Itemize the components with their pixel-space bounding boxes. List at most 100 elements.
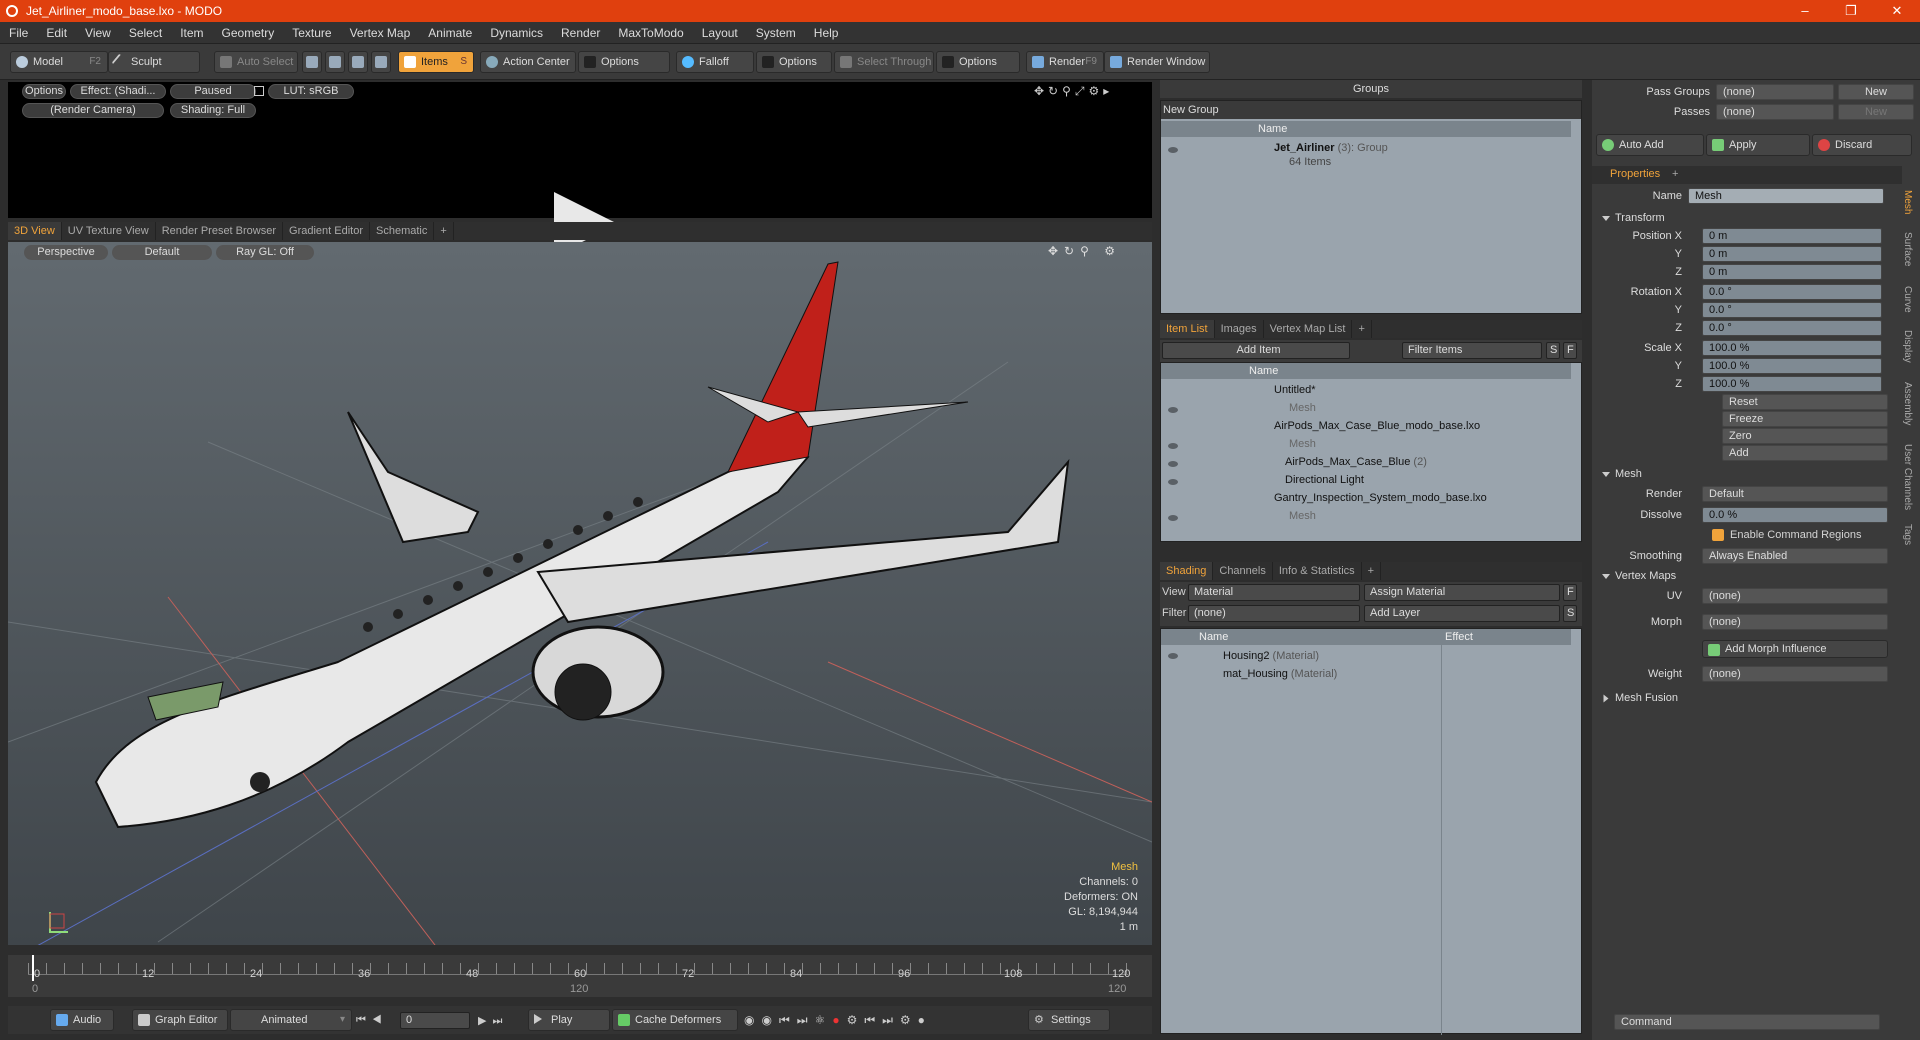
side-tab-curve[interactable]: Curve <box>1902 286 1913 313</box>
side-tab-user-channels[interactable]: User Channels <box>1902 444 1913 510</box>
timeline[interactable]: 0 12 24 36 48 60 72 84 96 108 120 0 120 … <box>8 955 1152 997</box>
action-center-button[interactable]: Action Center <box>480 51 576 73</box>
menu-maxtomodo[interactable]: MaxToModo <box>609 26 692 40</box>
zero-dropdown[interactable]: Zero <box>1722 428 1888 444</box>
tab-images[interactable]: Images <box>1215 320 1264 338</box>
falloff-button[interactable]: Falloff <box>676 51 754 73</box>
view-dropdown[interactable]: Material <box>1188 584 1360 601</box>
reset-dropdown[interactable]: Reset <box>1722 394 1888 410</box>
preview-nav-icons[interactable]: ✥↻⚲⤢⚙▸ <box>1034 84 1113 99</box>
eye-icon[interactable] <box>1168 515 1178 521</box>
maximize-button[interactable]: ❐ <box>1828 0 1874 22</box>
tab-uv-texture-view[interactable]: UV Texture View <box>62 222 156 240</box>
position-y-field[interactable]: 0 m <box>1702 246 1882 262</box>
menu-file[interactable]: File <box>0 26 37 40</box>
scale-x-field[interactable]: 100.0 % <box>1702 340 1882 356</box>
add-dropdown[interactable]: Add <box>1722 445 1888 461</box>
rotation-z-field[interactable]: 0.0 ° <box>1702 320 1882 336</box>
preview-options-button[interactable]: Options <box>22 84 66 99</box>
shader-effect-column[interactable]: Effect <box>1441 629 1571 645</box>
scale-y-field[interactable]: 100.0 % <box>1702 358 1882 374</box>
side-tab-display[interactable]: Display <box>1902 330 1913 363</box>
name-field[interactable]: Mesh <box>1688 188 1884 204</box>
items-mode-button[interactable]: Items S <box>398 51 474 73</box>
menu-animate[interactable]: Animate <box>419 26 481 40</box>
shader-row-housing2[interactable]: Housing2 (Material) <box>1223 647 1319 665</box>
material-mode-button[interactable] <box>371 51 391 73</box>
filter-dropdown[interactable]: (none) <box>1188 605 1360 622</box>
item-row-directional-light[interactable]: Directional Light <box>1285 471 1364 489</box>
apply-button[interactable]: Apply <box>1706 134 1810 156</box>
item-row-gantry-scene[interactable]: Gantry_Inspection_System_modo_base.lxo <box>1274 489 1487 507</box>
frame-field[interactable]: 0 <box>400 1012 470 1029</box>
menu-item[interactable]: Item <box>171 26 212 40</box>
polygon-mode-button[interactable] <box>348 51 368 73</box>
menu-dynamics[interactable]: Dynamics <box>481 26 552 40</box>
new-pass-group-button[interactable]: New <box>1838 84 1914 100</box>
shader-row-mat-housing[interactable]: mat_Housing (Material) <box>1223 665 1337 683</box>
render-window-button[interactable]: Render Window <box>1104 51 1210 73</box>
position-z-field[interactable]: 0 m <box>1702 264 1882 280</box>
play-button[interactable]: Play <box>528 1009 610 1031</box>
uv-dropdown[interactable]: (none) <box>1702 588 1888 604</box>
eye-icon[interactable] <box>1168 461 1178 467</box>
add-layer-dropdown[interactable]: Add Layer <box>1364 605 1560 622</box>
eye-icon[interactable] <box>1168 479 1178 485</box>
add-tab-button[interactable]: + <box>434 222 454 240</box>
checkbox-checked-icon[interactable] <box>1712 529 1724 541</box>
render-dropdown[interactable]: Default <box>1702 486 1888 502</box>
item-row-untitled[interactable]: Untitled* <box>1274 381 1316 399</box>
close-button[interactable]: ✕ <box>1874 0 1920 22</box>
effect-dropdown[interactable]: Effect: (Shadi... <box>70 84 166 99</box>
item-name-column[interactable]: Name <box>1161 363 1571 379</box>
item-row-mesh[interactable]: Mesh <box>1289 507 1316 525</box>
render-button[interactable]: Render F9 <box>1026 51 1104 73</box>
weight-dropdown[interactable]: (none) <box>1702 666 1888 682</box>
audio-button[interactable]: Audio <box>50 1009 114 1031</box>
assign-material-button[interactable]: Assign Material <box>1364 584 1560 601</box>
s-button[interactable]: S <box>1563 605 1577 622</box>
menu-layout[interactable]: Layout <box>693 26 747 40</box>
tab-vertex-map-list[interactable]: Vertex Map List <box>1264 320 1353 338</box>
shading-dropdown[interactable]: Shading: Full <box>170 103 256 118</box>
dissolve-field[interactable]: 0.0 % <box>1702 507 1888 523</box>
graph-editor-button[interactable]: Graph Editor <box>132 1009 228 1031</box>
position-x-field[interactable]: 0 m <box>1702 228 1882 244</box>
tab-shading[interactable]: Shading <box>1160 562 1214 580</box>
tab-gradient-editor[interactable]: Gradient Editor <box>283 222 370 240</box>
camera-dropdown[interactable]: (Render Camera) <box>22 103 164 118</box>
menu-edit[interactable]: Edit <box>37 26 76 40</box>
menu-render[interactable]: Render <box>552 26 609 40</box>
paused-button[interactable]: Paused <box>170 84 256 99</box>
mesh-section[interactable]: Mesh <box>1602 468 1642 480</box>
model-button[interactable]: Model F2 <box>10 51 108 73</box>
tab-render-preset-browser[interactable]: Render Preset Browser <box>156 222 284 240</box>
sculpt-button[interactable]: Sculpt <box>108 51 200 73</box>
add-tab-button[interactable]: + <box>1362 562 1382 580</box>
minimize-button[interactable]: – <box>1782 0 1828 22</box>
pass-groups-dropdown[interactable]: (none) <box>1716 84 1834 100</box>
item-row-mesh[interactable]: Mesh <box>1289 435 1316 453</box>
menu-view[interactable]: View <box>76 26 120 40</box>
auto-add-button[interactable]: Auto Add <box>1596 134 1704 156</box>
add-tab-button[interactable]: + <box>1672 168 1678 180</box>
menu-system[interactable]: System <box>747 26 805 40</box>
3d-viewport[interactable]: Perspective Default Ray GL: Off ✥↻⚲ ⚙ Me… <box>8 242 1152 945</box>
select-through-button[interactable]: Select Through <box>834 51 934 73</box>
filter-f-button[interactable]: F <box>1563 342 1577 359</box>
animated-dropdown[interactable]: Animated ▾ <box>230 1009 352 1031</box>
eye-icon[interactable] <box>1168 407 1178 413</box>
menu-geometry[interactable]: Geometry <box>213 26 284 40</box>
eye-icon[interactable] <box>1168 443 1178 449</box>
rotation-x-field[interactable]: 0.0 ° <box>1702 284 1882 300</box>
menu-select[interactable]: Select <box>120 26 171 40</box>
keyframe-icons[interactable]: ◉◉⏮⏭⚛●⚙⏮⏭⚙● <box>744 1013 932 1028</box>
render-preview[interactable]: Options Effect: (Shadi... Paused LUT: sR… <box>8 82 1152 256</box>
side-tab-surface[interactable]: Surface <box>1902 232 1913 266</box>
menu-texture[interactable]: Texture <box>283 26 340 40</box>
scale-z-field[interactable]: 100.0 % <box>1702 376 1882 392</box>
vertex-mode-button[interactable] <box>302 51 322 73</box>
edge-mode-button[interactable] <box>325 51 345 73</box>
rewind-icons[interactable]: ⏮◀ <box>356 1014 388 1027</box>
side-tab-mesh[interactable]: Mesh <box>1902 190 1913 214</box>
